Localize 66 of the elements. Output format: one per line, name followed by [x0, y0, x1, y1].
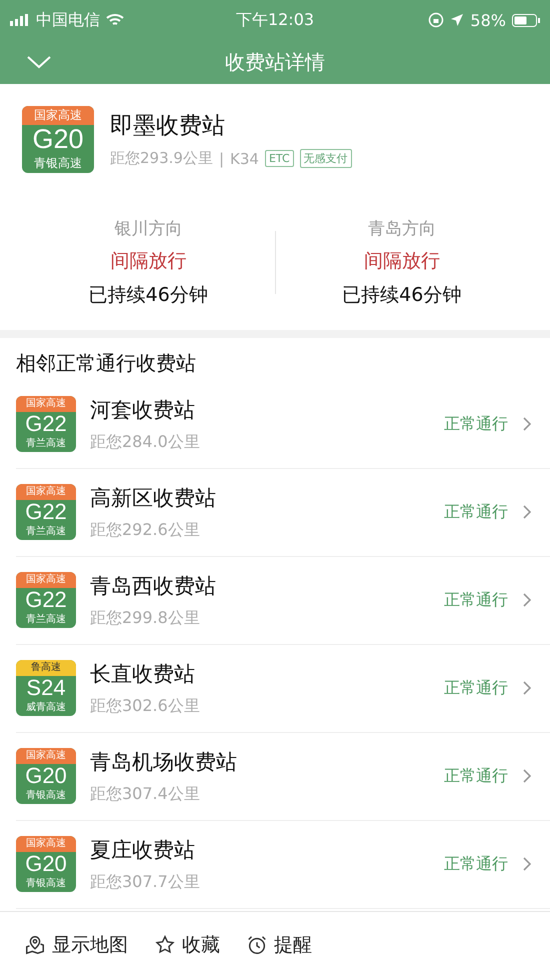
distance-text: 距您302.6公里 [90, 696, 200, 717]
chevron-right-icon [522, 680, 532, 696]
station-name: 夏庄收费站 [90, 836, 196, 864]
station-name: 河套收费站 [90, 396, 196, 424]
wifi-icon [106, 13, 124, 27]
distance-text: 距您293.9公里 [110, 149, 213, 168]
traffic-status: 正常通行 [444, 854, 508, 875]
section-title: 相邻正常通行收费站 [15, 350, 197, 377]
highway-badge: 国家高速 G22 青兰高速 [16, 484, 76, 540]
battery-icon [512, 14, 540, 26]
collapse-chevron-icon[interactable] [26, 54, 52, 70]
chevron-right-icon [522, 416, 532, 432]
toolbar-button[interactable]: 显示地图 [24, 932, 128, 958]
station-list-item[interactable]: 国家高速 G22 青兰高速 高新区收费站 距您292.6公里 正常通行 [16, 468, 550, 557]
clock-time: 下午12:03 [236, 10, 314, 30]
station-name: 青岛西收费站 [90, 572, 217, 600]
star-icon [154, 934, 176, 956]
highway-badge: 国家高速 G20 青银高速 [16, 748, 76, 804]
distance-text: 距您299.8公里 [90, 608, 200, 629]
highway-badge: 国家高速 G20 青银高速 [22, 106, 94, 173]
toolbar-button[interactable]: 提醒 [246, 932, 312, 958]
separator-text: | [218, 150, 224, 168]
alarm-clock-icon [246, 934, 268, 956]
traffic-status: 正常通行 [444, 678, 508, 699]
station-list-item[interactable]: 国家高速 G20 青银高速 夏庄收费站 距您307.7公里 正常通行 [16, 820, 550, 909]
chevron-right-icon [522, 856, 532, 872]
distance-text: 距您284.0公里 [90, 432, 200, 453]
chevron-right-icon [522, 592, 532, 608]
battery-percent: 58% [470, 10, 506, 30]
traffic-status: 正常通行 [444, 502, 508, 523]
station-name: 长直收费站 [90, 660, 196, 688]
traffic-status: 间隔放行 [110, 248, 186, 274]
highway-badge: 国家高速 G20 青银高速 [16, 836, 76, 892]
kilometer-marker: K34 [230, 150, 259, 168]
direction-name: 银川方向 [114, 218, 182, 240]
toolbar-button[interactable]: 收藏 [154, 932, 220, 958]
distance-text: 距您307.7公里 [90, 872, 200, 893]
chevron-right-icon [522, 768, 532, 784]
distance-text: 距您307.4公里 [90, 784, 200, 805]
station-list-item[interactable]: 国家高速 G22 青兰高速 青岛西收费站 距您299.8公里 正常通行 [16, 556, 550, 645]
traffic-status: 正常通行 [444, 414, 508, 435]
status-duration: 已持续46分钟 [88, 282, 208, 308]
direction-name: 青岛方向 [368, 218, 436, 240]
station-list-item[interactable]: 国家高速 G22 青兰高速 河套收费站 距您284.0公里 正常通行 [16, 380, 550, 469]
payment-tag: 无感支付 [300, 149, 352, 168]
location-arrow-icon [450, 13, 464, 27]
highway-badge: 鲁高速 S24 威青高速 [16, 660, 76, 716]
station-list-item[interactable]: 国家高速 G20 青银高速 青岛机场收费站 距您307.4公里 正常通行 [16, 732, 550, 821]
payment-tag: ETC [264, 150, 294, 168]
highway-badge: 国家高速 G22 青兰高速 [16, 396, 76, 452]
traffic-status: 正常通行 [444, 766, 508, 787]
page-title: 收费站详情 [225, 48, 325, 76]
station-name: 青岛机场收费站 [90, 748, 238, 776]
highway-badge: 国家高速 G22 青兰高速 [16, 572, 76, 628]
carrier-name: 中国电信 [36, 10, 100, 30]
chevron-right-icon [522, 504, 532, 520]
rotation-lock-icon [428, 12, 444, 28]
station-name: 即墨收费站 [110, 112, 226, 142]
traffic-status: 间隔放行 [364, 248, 440, 274]
station-list-item[interactable]: 鲁高速 S24 威青高速 长直收费站 距您302.6公里 正常通行 [16, 644, 550, 733]
station-name: 高新区收费站 [90, 484, 217, 512]
signal-icon [10, 14, 30, 26]
distance-text: 距您292.6公里 [90, 520, 200, 541]
status-duration: 已持续46分钟 [342, 282, 462, 308]
traffic-status: 正常通行 [444, 590, 508, 611]
map-pin-icon [24, 934, 46, 956]
